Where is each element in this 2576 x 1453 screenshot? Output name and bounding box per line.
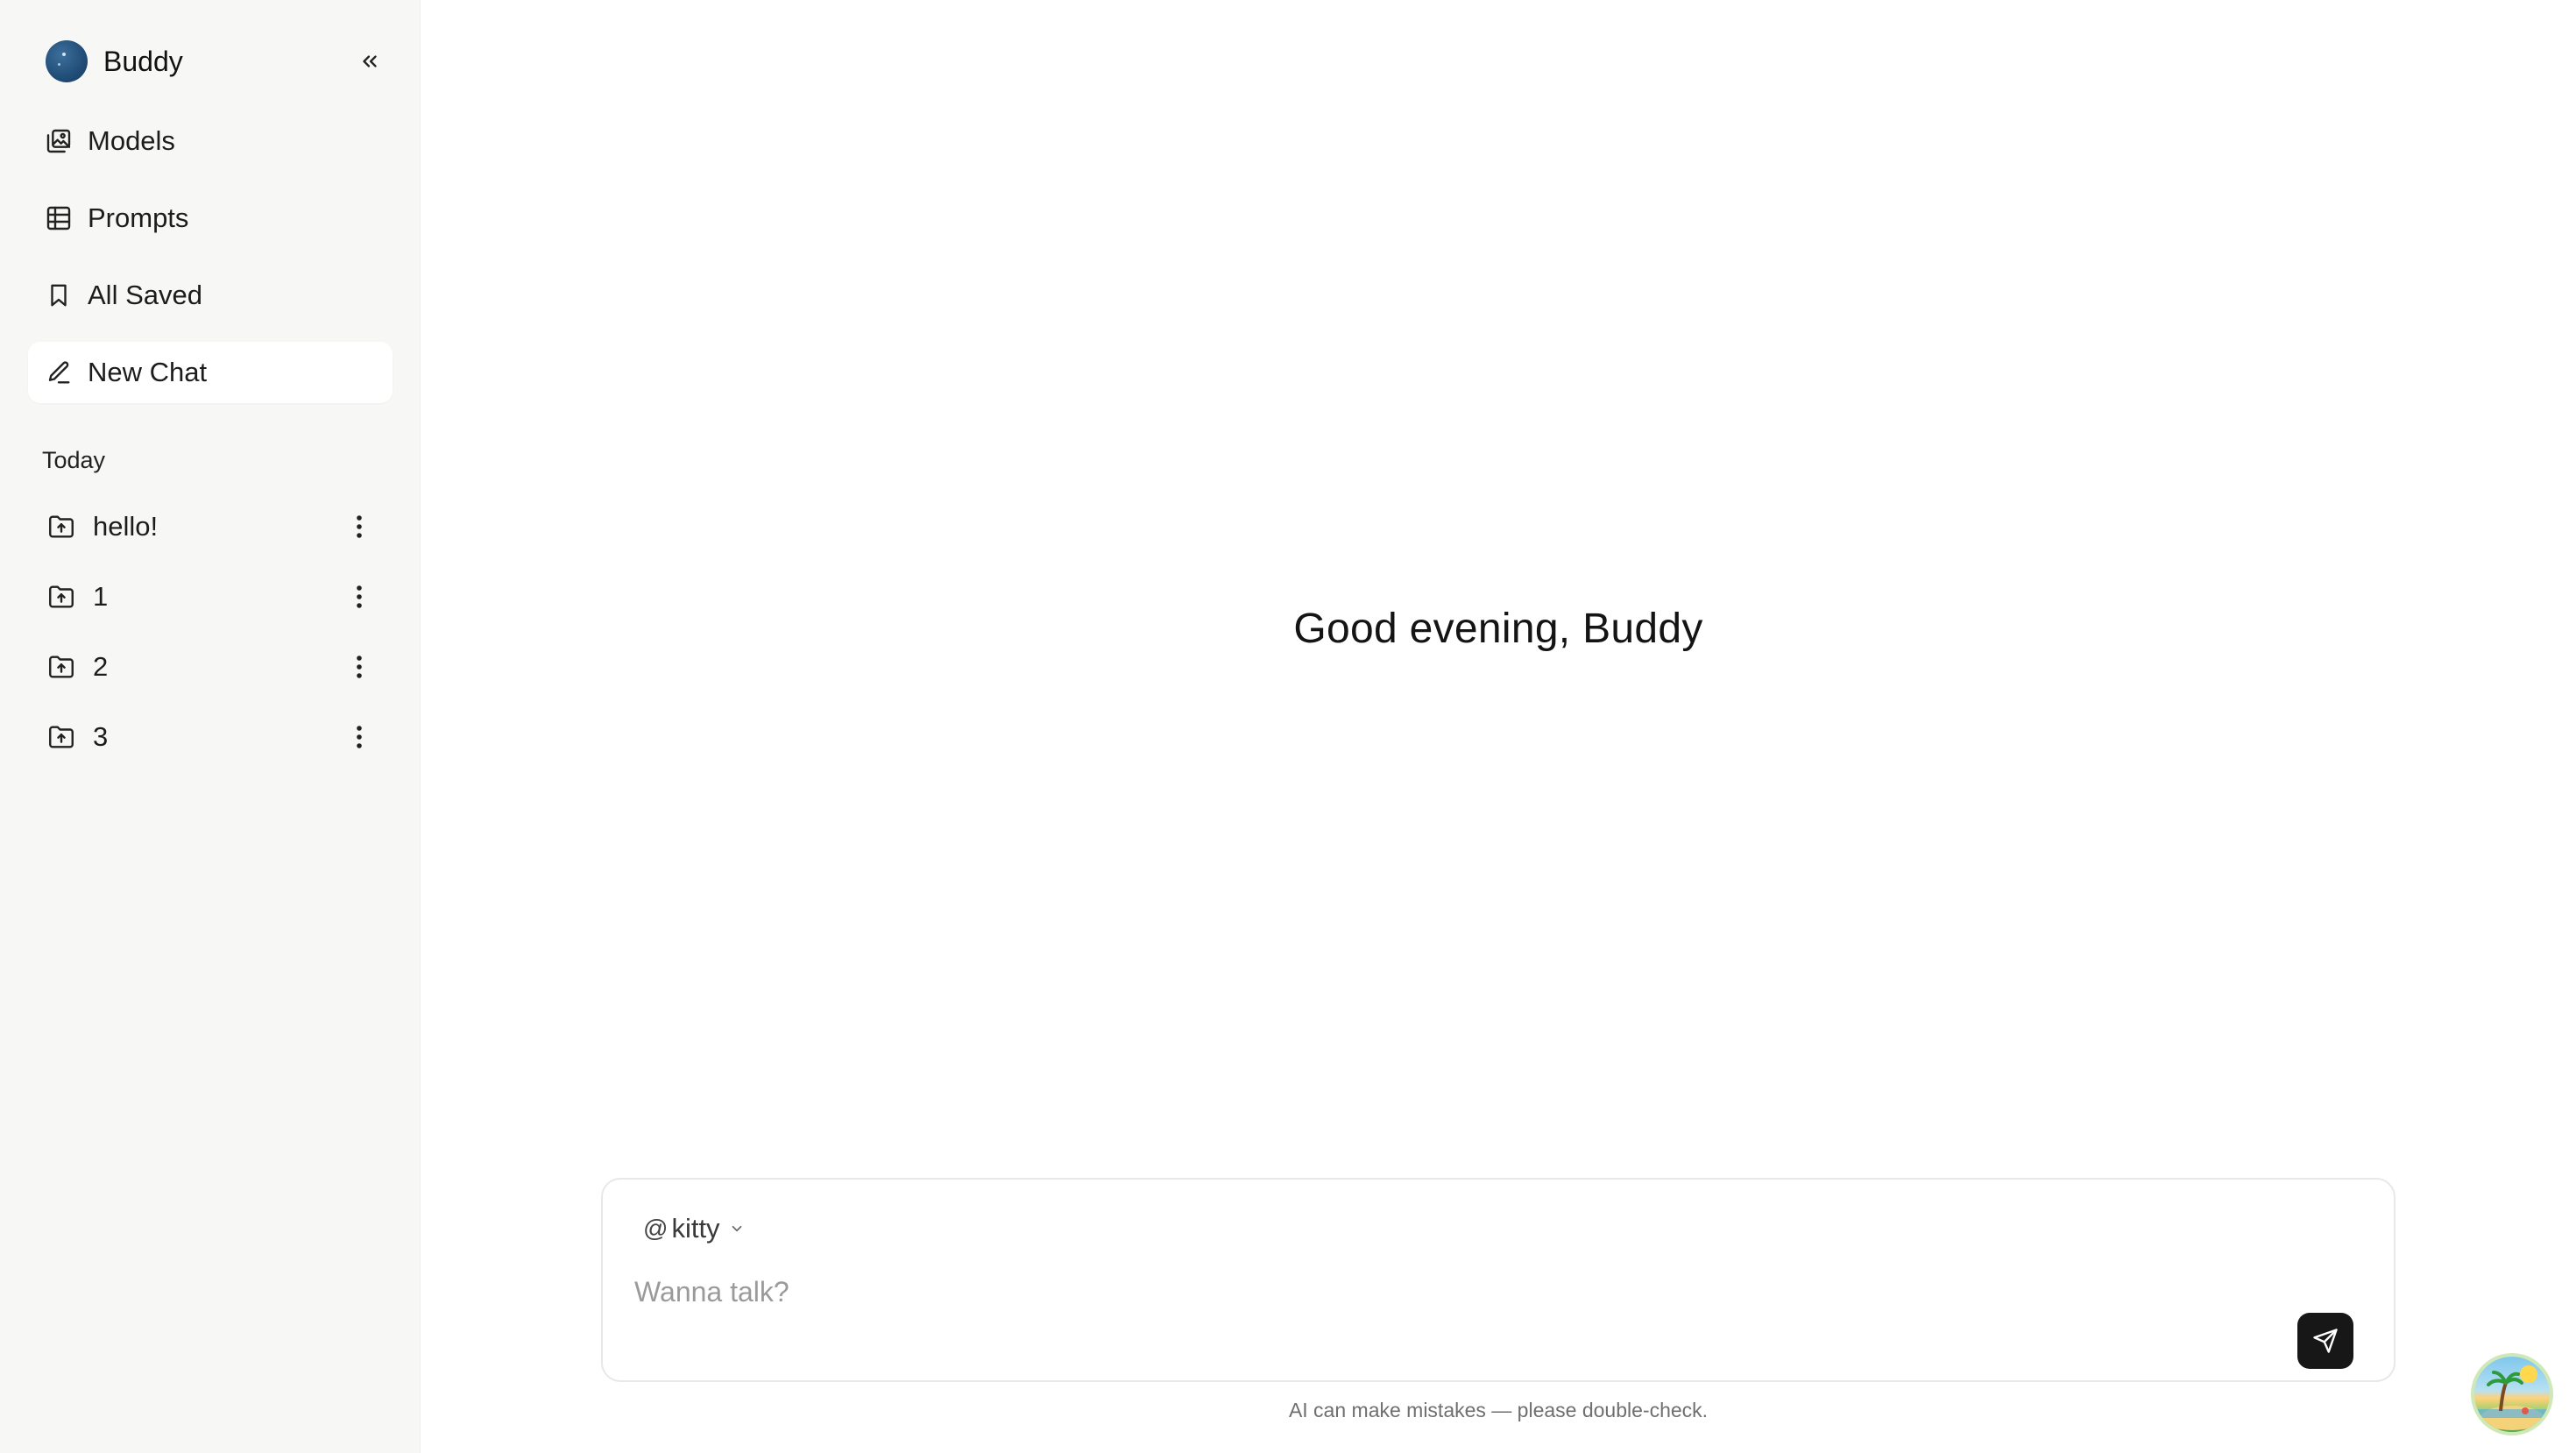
disclaimer-text: AI can make mistakes — please double-che… [1288, 1399, 1709, 1421]
brand-name: Buddy [103, 45, 183, 77]
chat-item[interactable]: 1 [28, 566, 393, 627]
at-sign: @ [643, 1215, 669, 1242]
collapse-sidebar-button[interactable] [350, 42, 389, 81]
greeting-heading: Good evening, Buddy [1293, 606, 1703, 652]
send-button[interactable] [2297, 1313, 2353, 1369]
bookmark-icon [44, 280, 74, 310]
chat-title: 3 [93, 721, 109, 752]
folder-upload-icon [46, 511, 77, 542]
send-icon [2313, 1329, 2338, 1353]
nav-item-all-saved[interactable]: All Saved [28, 265, 393, 326]
more-vertical-icon[interactable] [342, 645, 377, 689]
chat-item[interactable]: 3 [28, 706, 393, 768]
island-avatar-icon [2474, 1365, 2550, 1430]
more-vertical-icon[interactable] [342, 575, 377, 619]
nav-label: New Chat [88, 357, 208, 387]
nav-item-models[interactable]: Models [28, 110, 393, 172]
chat-item[interactable]: hello! [28, 496, 393, 557]
sidebar: Buddy Models Prompts All Saved New Chat … [0, 0, 421, 1453]
nav-item-new-chat[interactable]: New Chat [28, 342, 393, 403]
user-avatar[interactable] [2471, 1353, 2553, 1435]
chevron-down-icon [729, 1221, 745, 1237]
section-title-today: Today [42, 447, 106, 473]
chat-composer: @ kitty [601, 1178, 2396, 1382]
more-vertical-icon[interactable] [342, 505, 377, 549]
pencil-icon [44, 358, 74, 387]
app-root: Buddy Models Prompts All Saved New Chat … [0, 0, 2576, 1453]
folder-upload-icon [46, 721, 77, 753]
more-vertical-icon[interactable] [342, 715, 377, 759]
chat-title: 2 [93, 651, 109, 682]
double-chevron-left-icon [363, 55, 377, 67]
prompts-icon [44, 203, 74, 233]
model-name: kitty [671, 1213, 720, 1244]
nav-label: All Saved [88, 280, 202, 310]
brand[interactable]: Buddy [46, 40, 183, 82]
chat-title: hello! [93, 511, 159, 542]
folder-upload-icon [46, 581, 77, 613]
brand-avatar [46, 40, 88, 82]
model-selector[interactable]: @ kitty [643, 1209, 745, 1248]
chat-item[interactable]: 2 [28, 636, 393, 698]
message-input[interactable] [633, 1267, 2297, 1316]
nav-label: Prompts [88, 202, 189, 233]
chat-title: 1 [93, 581, 109, 612]
folder-upload-icon [46, 651, 77, 683]
nav-item-prompts[interactable]: Prompts [28, 188, 393, 249]
nav-label: Models [88, 125, 175, 156]
models-icon [44, 126, 74, 156]
